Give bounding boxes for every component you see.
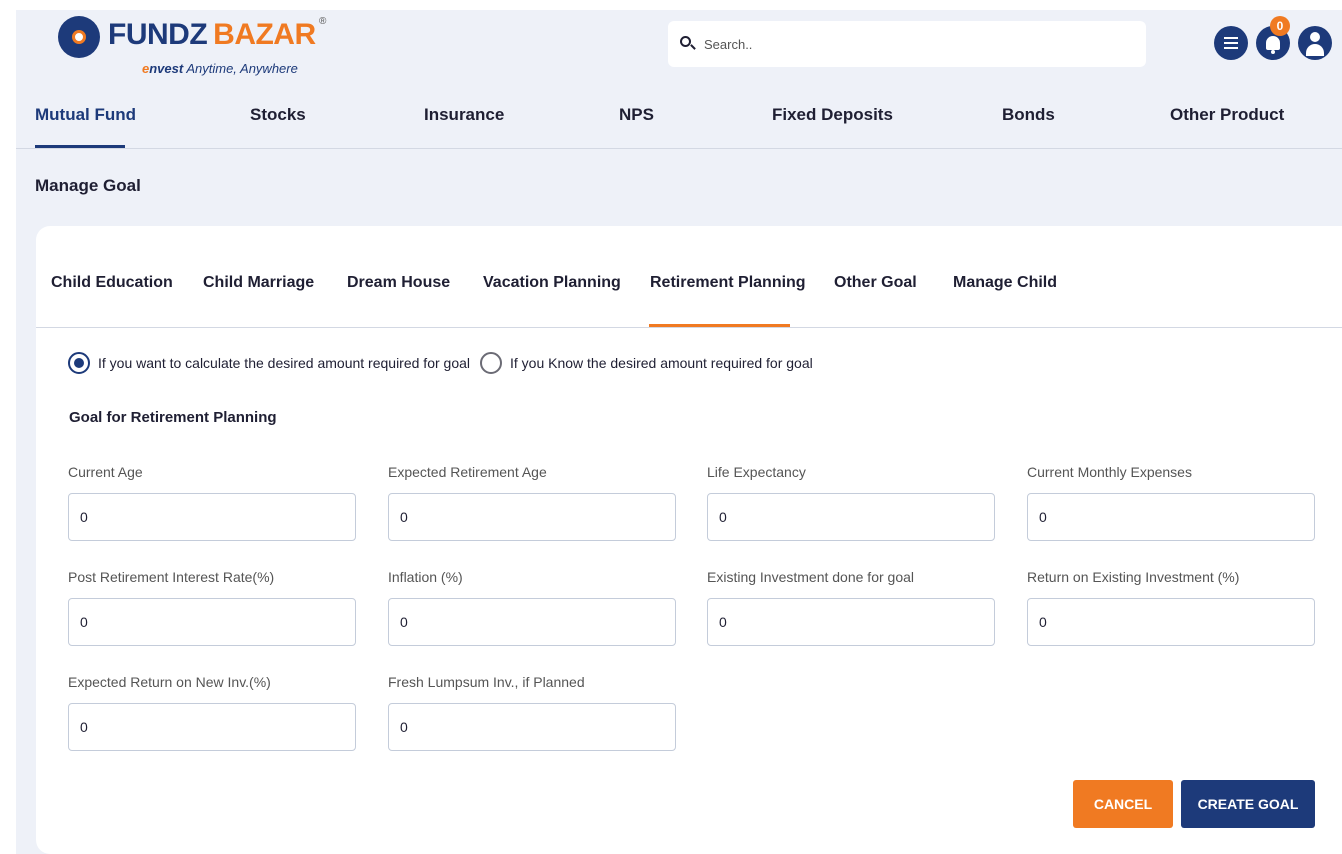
nav-item-nps[interactable]: NPS: [619, 105, 654, 125]
life-expectancy-input[interactable]: [707, 493, 995, 541]
user-icon[interactable]: [1298, 26, 1332, 60]
cancel-button[interactable]: CANCEL: [1073, 780, 1173, 828]
nav-item-bonds[interactable]: Bonds: [1002, 105, 1055, 125]
current-age-input[interactable]: [68, 493, 356, 541]
radio-known-amount[interactable]: [480, 352, 502, 374]
list-icon[interactable]: [1214, 26, 1248, 60]
search-icon: [680, 36, 696, 52]
radio-calculate-amount[interactable]: [68, 352, 90, 374]
inflation-label: Inflation (%): [388, 569, 463, 585]
tab-child-education[interactable]: Child Education: [51, 274, 173, 292]
radio-calculate-label[interactable]: If you want to calculate the desired amo…: [98, 355, 470, 371]
brand-tagline: envest Anytime, Anywhere: [142, 61, 298, 76]
current-monthly-expenses-label: Current Monthly Expenses: [1027, 464, 1192, 480]
post-retirement-rate-label: Post Retirement Interest Rate(%): [68, 569, 275, 585]
nav-item-stocks[interactable]: Stocks: [250, 105, 306, 125]
create-goal-button[interactable]: CREATE GOAL: [1181, 780, 1315, 828]
return-existing-investment-label: Return on Existing Investment (%): [1027, 569, 1240, 585]
tab-retirement-planning[interactable]: Retirement Planning: [650, 274, 806, 292]
existing-investment-input[interactable]: [707, 598, 995, 646]
notification-badge: 0: [1270, 16, 1290, 36]
post-retirement-rate-input[interactable]: [68, 598, 356, 646]
brand-logo[interactable]: FUNDZ BAZAR ® envest Anytime, Anywhere: [46, 14, 346, 80]
nav-item-mutual-fund[interactable]: Mutual Fund: [35, 105, 136, 125]
main-nav: Mutual Fund Stocks Insurance NPS Fixed D…: [16, 95, 1342, 149]
tab-vacation-planning[interactable]: Vacation Planning: [483, 274, 621, 292]
fresh-lumpsum-label: Fresh Lumpsum Inv., if Planned: [388, 674, 585, 690]
section-title: Goal for Retirement Planning: [69, 409, 277, 426]
expected-return-new-inv-label: Expected Return on New Inv.(%): [68, 674, 271, 690]
expected-retirement-age-input[interactable]: [388, 493, 676, 541]
tab-dream-house[interactable]: Dream House: [347, 274, 450, 292]
current-monthly-expenses-input[interactable]: [1027, 493, 1315, 541]
nav-item-fixed-deposits[interactable]: Fixed Deposits: [772, 105, 893, 125]
inflation-input[interactable]: [388, 598, 676, 646]
nav-active-indicator: [35, 145, 125, 148]
page-title: Manage Goal: [35, 176, 141, 195]
radio-known-label[interactable]: If you Know the desired amount required …: [510, 355, 813, 371]
existing-investment-label: Existing Investment done for goal: [707, 569, 915, 585]
return-existing-investment-input[interactable]: [1027, 598, 1315, 646]
logo-mark-icon: [58, 16, 100, 58]
nav-item-other-product[interactable]: Other Product: [1170, 105, 1284, 125]
mode-selector: If you want to calculate the desired amo…: [68, 350, 823, 376]
goal-tabs: Child Education Child Marriage Dream Hou…: [36, 266, 1342, 328]
nav-item-insurance[interactable]: Insurance: [424, 105, 504, 125]
current-age-label: Current Age: [68, 464, 143, 480]
tab-active-indicator: [649, 324, 790, 327]
expected-retirement-age-label: Expected Retirement Age: [388, 464, 547, 480]
goal-card: Child Education Child Marriage Dream Hou…: [36, 226, 1342, 854]
app-shell: FUNDZBAZAR ® envest Anytime, Anywhere 0 …: [16, 10, 1342, 854]
search-input[interactable]: [704, 36, 1124, 52]
tab-manage-child[interactable]: Manage Child: [953, 274, 1057, 292]
fresh-lumpsum-input[interactable]: [388, 703, 676, 751]
search-box[interactable]: [668, 21, 1146, 67]
tab-child-marriage[interactable]: Child Marriage: [203, 274, 314, 292]
registered-mark: ®: [319, 16, 327, 27]
brand-name: FUNDZ BAZAR: [108, 18, 316, 51]
tab-other-goal[interactable]: Other Goal: [834, 274, 917, 292]
expected-return-new-inv-input[interactable]: [68, 703, 356, 751]
life-expectancy-label: Life Expectancy: [707, 464, 806, 480]
